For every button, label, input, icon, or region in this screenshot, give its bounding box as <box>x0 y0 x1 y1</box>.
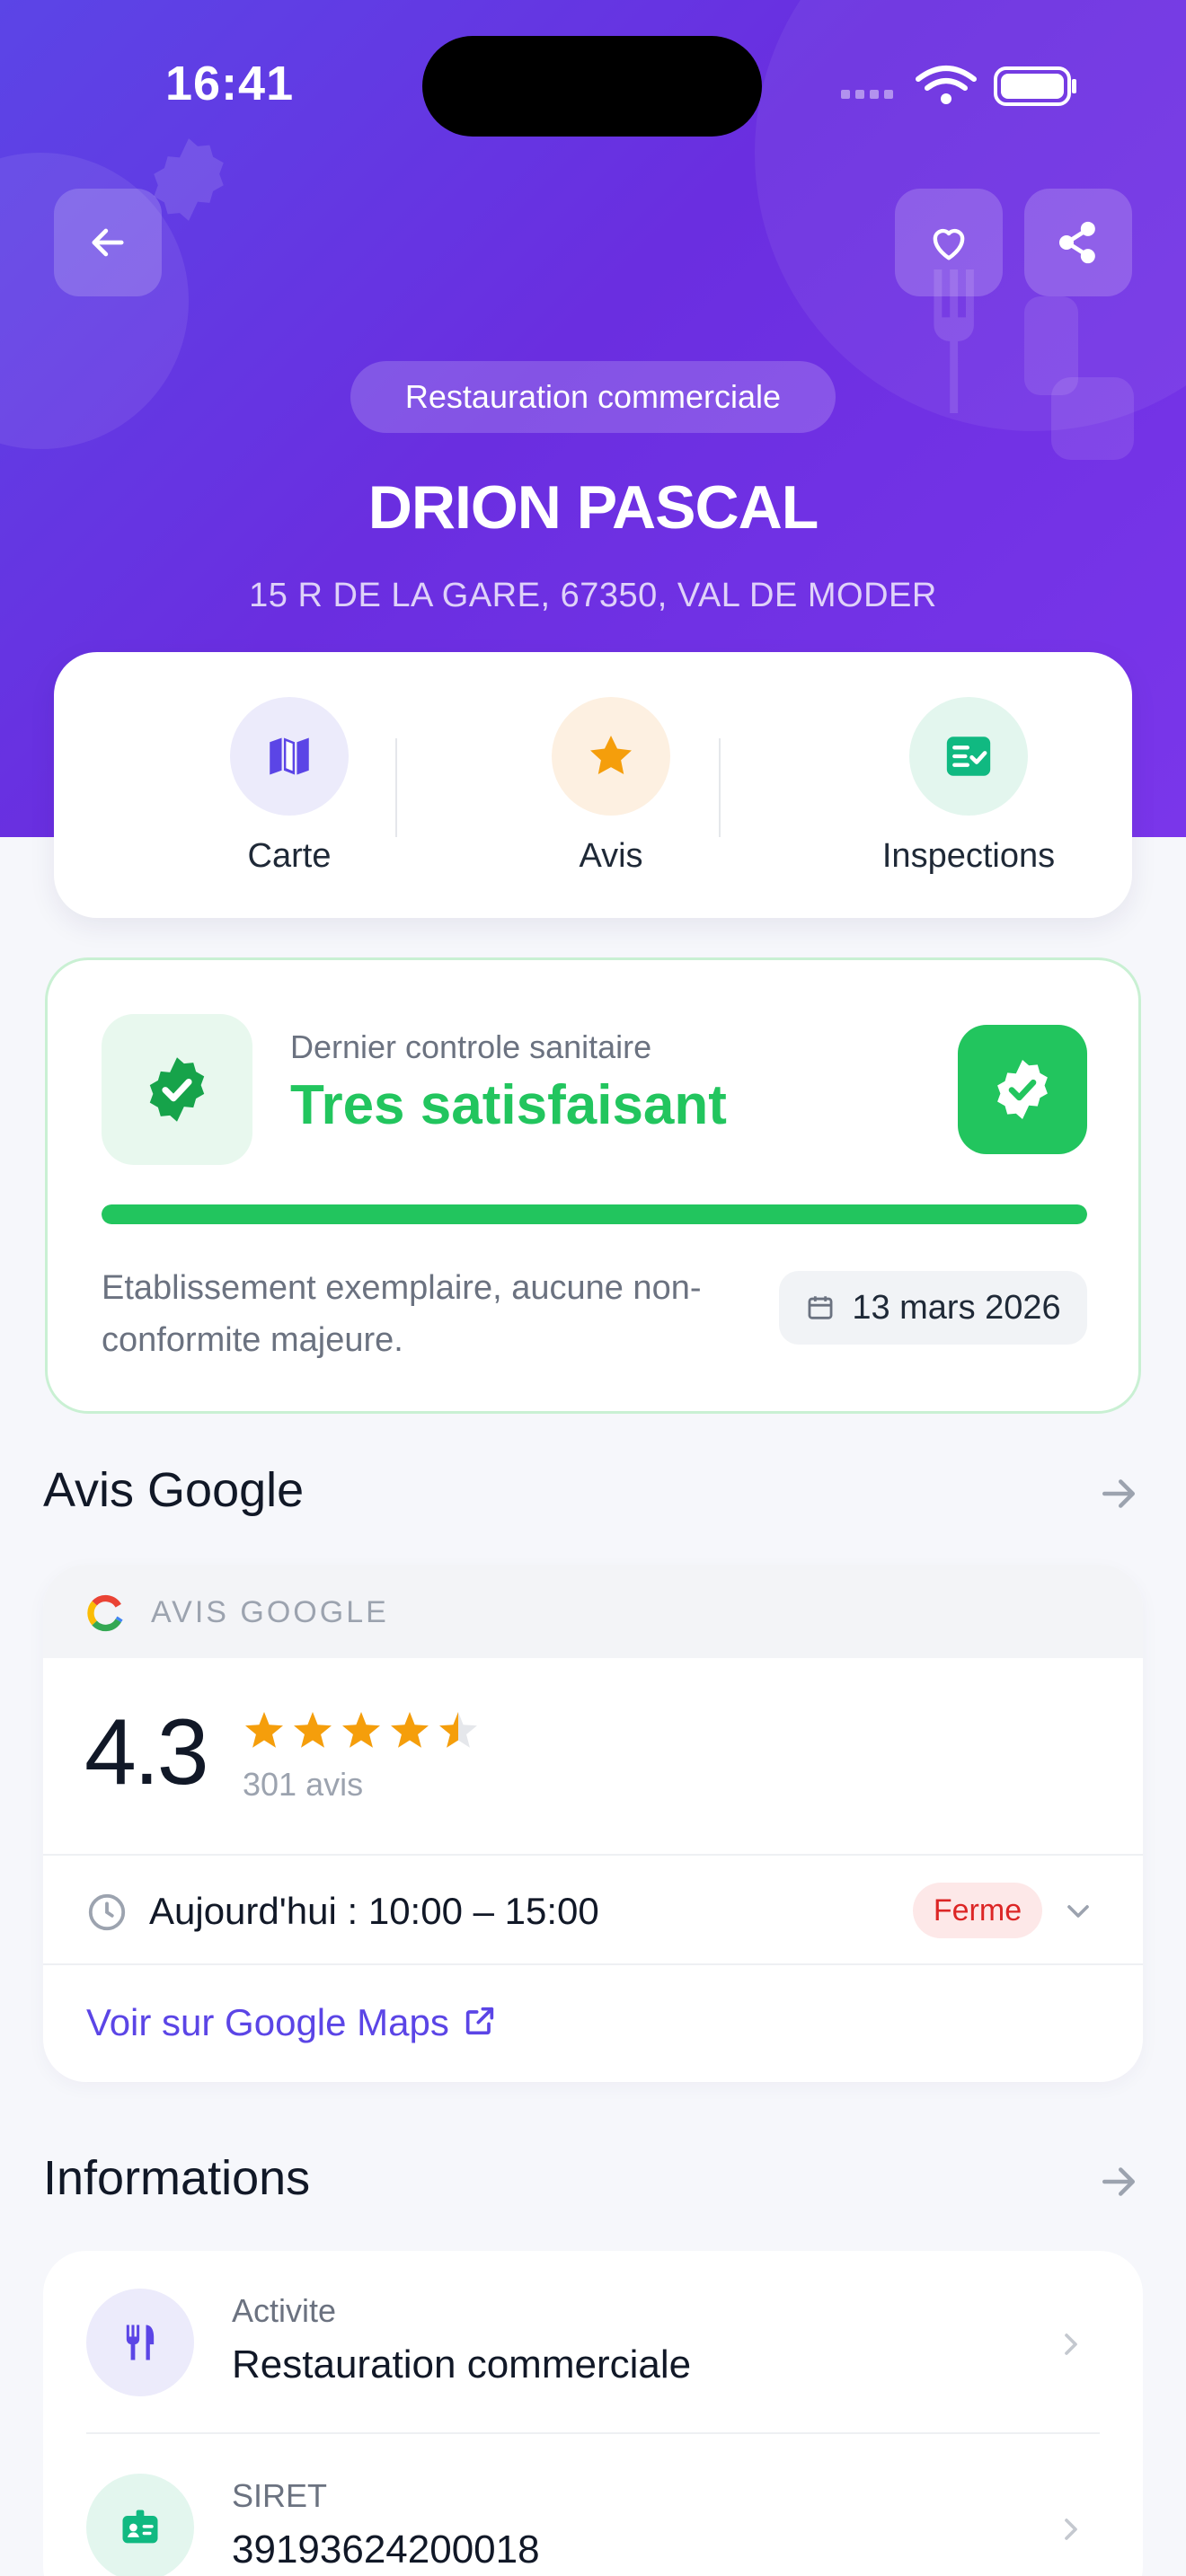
place-address: 15 R DE LA GARE, 67350, VAL DE MODER <box>249 577 937 614</box>
battery-icon <box>994 66 1076 106</box>
inspection-progress-fill <box>102 1204 1087 1224</box>
google-rating: 4.3 <box>84 1700 209 1804</box>
decorative-shape <box>1051 377 1134 460</box>
chevron-down-icon[interactable] <box>1060 1893 1096 1929</box>
info-value: 39193624200018 <box>232 2527 540 2572</box>
open-status-badge: Ferme <box>913 1883 1042 1938</box>
verified-badge-icon <box>149 1057 205 1122</box>
info-row-activity[interactable]: Activite Restauration commerciale <box>43 2251 1143 2436</box>
divider <box>43 1854 1143 1856</box>
divider <box>395 738 397 837</box>
map-icon <box>230 697 349 816</box>
divider <box>719 738 721 837</box>
chevron-right-icon <box>1065 2333 1077 2355</box>
share-button[interactable] <box>1024 189 1132 296</box>
verified-badge-icon <box>997 1060 1048 1119</box>
back-button[interactable] <box>54 189 162 296</box>
google-review-count: 301 avis <box>243 1766 364 1803</box>
heart-icon <box>933 228 965 260</box>
info-label: Activite <box>232 2292 337 2329</box>
inspection-date-chip: 13 mars 2026 <box>779 1271 1087 1345</box>
action-reviews-label: Avis <box>579 837 643 875</box>
inspection-date: 13 mars 2026 <box>852 1288 1061 1327</box>
signal-icon <box>841 90 893 99</box>
google-card-header-label: AVIS GOOGLE <box>151 1595 389 1629</box>
category-pill: Restauration commerciale <box>350 361 836 433</box>
info-label: SIRET <box>232 2477 328 2514</box>
inspection-result: Tres satisfaisant <box>290 1074 727 1136</box>
share-icon <box>1058 221 1095 264</box>
star-filled-icon <box>245 1712 283 1748</box>
arrow-right-icon[interactable] <box>1094 2157 1143 2206</box>
status-icons <box>841 66 1076 106</box>
action-inspections[interactable]: Inspections <box>816 697 1121 877</box>
info-value: Restauration commerciale <box>232 2342 692 2386</box>
favorite-button[interactable] <box>895 189 1003 296</box>
divider <box>43 1963 1143 1965</box>
star-filled-icon <box>391 1712 429 1748</box>
calendar-icon <box>808 1296 833 1319</box>
star-filled-icon <box>294 1712 332 1748</box>
place-name: DRION PASCAL <box>367 473 819 542</box>
utensils-icon <box>86 2289 194 2396</box>
chevron-right-icon <box>1065 2519 1077 2540</box>
inspection-status-button[interactable] <box>958 1025 1087 1154</box>
arrow-right-icon[interactable] <box>1094 1469 1143 1518</box>
action-inspections-label: Inspections <box>881 837 1056 875</box>
quick-actions-card: Carte Avis Inspections <box>54 652 1132 918</box>
action-reviews[interactable]: Avis <box>458 697 764 877</box>
rating-stars <box>245 1712 477 1748</box>
checklist-icon <box>909 697 1028 816</box>
info-section-title: Informations <box>43 2151 311 2205</box>
inspection-card[interactable]: Dernier controle sanitaire Tres satisfai… <box>45 957 1141 1414</box>
info-card: Activite Restauration commerciale SIRET … <box>43 2251 1143 2576</box>
google-maps-link[interactable]: Voir sur Google Maps <box>86 2001 449 2044</box>
opening-hours: Aujourd'hui : 10:00 – 15:00 <box>149 1890 599 1932</box>
external-link-icon[interactable] <box>462 2003 498 2039</box>
star-filled-icon <box>342 1712 380 1748</box>
info-row-siret[interactable]: SIRET 39193624200018 <box>43 2436 1143 2576</box>
star-icon <box>552 697 670 816</box>
google-reviews-card: AVIS GOOGLE 4.3 301 avis Aujourd'hui : 1… <box>43 1565 1143 2082</box>
divider <box>86 2432 1100 2434</box>
clock-icon <box>88 1893 126 1931</box>
inspection-description: Etablissement exemplaire, aucune non-con… <box>102 1269 702 1359</box>
wifi-icon <box>916 66 977 91</box>
google-logo-icon <box>87 1594 123 1632</box>
inspection-progress-bar <box>102 1204 1087 1224</box>
inspection-badge <box>102 1014 252 1165</box>
action-map-label: Carte <box>247 837 332 875</box>
id-badge-icon <box>86 2474 194 2576</box>
google-section-title: Avis Google <box>43 1463 305 1517</box>
google-card-header: AVIS GOOGLE <box>43 1565 1143 1658</box>
arrow-left-icon <box>92 228 124 257</box>
dynamic-island <box>422 36 762 137</box>
status-time: 16:41 <box>165 57 295 110</box>
inspection-label: Dernier controle sanitaire <box>290 1028 652 1065</box>
